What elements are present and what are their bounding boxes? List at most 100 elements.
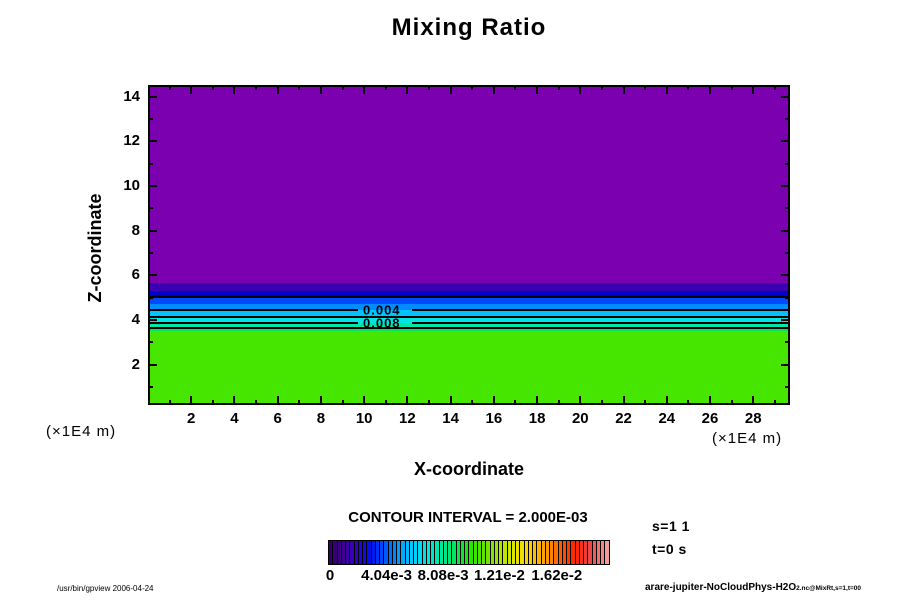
axis-tick <box>319 396 322 405</box>
contour-band <box>148 85 790 284</box>
contour-line <box>148 316 790 319</box>
colorbar-segment <box>605 541 609 564</box>
axis-tick <box>190 85 193 94</box>
axis-tick <box>233 396 236 405</box>
axis-tick <box>781 363 790 366</box>
axis-tick <box>644 85 647 90</box>
contour-line <box>148 309 358 312</box>
x-tick-label: 8 <box>316 410 326 427</box>
axis-tick <box>255 85 258 90</box>
axis-tick <box>298 400 301 405</box>
x-tick-label: 16 <box>485 410 503 427</box>
axis-tick <box>384 85 387 90</box>
axis-tick <box>148 319 157 322</box>
z-axis-title: Z-coordinate <box>85 193 105 303</box>
axis-tick <box>730 85 733 90</box>
axis-tick <box>665 396 668 405</box>
axis-tick <box>781 140 790 143</box>
axis-tick <box>785 296 790 299</box>
axis-tick <box>781 229 790 232</box>
axis-tick <box>276 85 279 94</box>
x-tick-label: 20 <box>571 410 589 427</box>
plot-area: 0.004 0.008 <box>148 85 790 405</box>
axis-tick <box>406 396 409 405</box>
axis-tick <box>319 85 322 94</box>
x-tick-label: 4 <box>230 410 239 427</box>
axis-tick <box>211 85 214 90</box>
axis-tick <box>148 207 153 210</box>
axis-tick <box>406 85 409 94</box>
colorbar-tick-label: 4.04e-3 <box>361 567 412 584</box>
axis-tick <box>709 396 712 405</box>
x-axis-unit: (×1E4 m) <box>712 430 783 447</box>
page-title: Mixing Ratio <box>391 14 547 41</box>
axis-tick <box>233 85 236 94</box>
axis-tick <box>622 396 625 405</box>
colorbar-tick-label: 1.62e-2 <box>531 567 583 584</box>
axis-tick <box>148 252 153 255</box>
contour-line <box>148 326 790 329</box>
x-tick-label: 26 <box>701 410 719 427</box>
axis-tick <box>785 341 790 344</box>
x-tick-label: 10 <box>355 410 373 427</box>
axis-tick <box>709 85 712 94</box>
axis-tick <box>773 400 776 405</box>
dataset-name: arare-jupiter-NoCloudPhys-H2O <box>645 582 797 593</box>
axis-tick <box>785 252 790 255</box>
axis-tick <box>600 400 603 405</box>
axis-tick <box>785 162 790 165</box>
axis-tick <box>687 85 690 90</box>
contour-line <box>412 322 790 325</box>
colorbar-tick-label: 8.08e-3 <box>417 567 469 584</box>
axis-tick <box>785 118 790 121</box>
plot-canvas: Mixing Ratio 0.004 0.008 2 4 6 8 10 12 14 16 18 20… <box>0 0 900 600</box>
axis-tick <box>730 400 733 405</box>
axis-tick <box>492 85 495 94</box>
axis-tick <box>514 85 517 90</box>
axis-tick <box>536 85 539 94</box>
x-tick-label: 6 <box>273 410 282 427</box>
x-tick-label: 2 <box>187 410 196 427</box>
axis-tick <box>536 396 539 405</box>
axis-tick <box>579 396 582 405</box>
axis-tick <box>341 85 344 90</box>
axis-tick <box>148 229 157 232</box>
x-tick-label: 18 <box>528 410 546 427</box>
x-tick-label: 24 <box>658 410 676 427</box>
dataset-stamp: arare-jupiter-NoCloudPhys-H2O2.nc@MixRt,… <box>645 582 861 593</box>
time-annotation: t=0 s <box>652 541 687 557</box>
axis-tick <box>687 400 690 405</box>
axis-tick <box>557 400 560 405</box>
colorbar-tick-label: 1.21e-2 <box>473 567 525 584</box>
axis-tick <box>773 85 776 90</box>
contour-line <box>412 309 790 312</box>
x-axis-title: X-coordinate <box>413 459 524 479</box>
colorbar <box>328 540 610 565</box>
axis-tick <box>148 118 153 121</box>
axis-tick <box>148 386 153 389</box>
axis-tick <box>168 85 171 90</box>
z-tick-label: 2 <box>131 355 140 373</box>
axis-tick <box>471 85 474 90</box>
axis-tick <box>557 85 560 90</box>
z-tick-label: 12 <box>123 132 140 150</box>
axis-tick <box>384 400 387 405</box>
axis-tick <box>752 85 755 94</box>
axis-tick <box>148 341 153 344</box>
axis-tick <box>148 140 157 143</box>
contour-band <box>148 283 790 292</box>
axis-tick <box>752 396 755 405</box>
axis-tick <box>341 400 344 405</box>
contour-band <box>148 296 790 305</box>
axis-tick <box>148 185 157 188</box>
axis-tick <box>579 85 582 94</box>
axis-tick <box>363 396 366 405</box>
axis-tick <box>785 386 790 389</box>
axis-tick <box>190 396 193 405</box>
colorbar-tick-label: 0 <box>325 567 335 584</box>
axis-tick <box>781 319 790 322</box>
axis-tick <box>449 85 452 94</box>
axis-tick <box>148 95 157 98</box>
axis-tick <box>449 396 452 405</box>
axis-tick <box>298 85 301 90</box>
